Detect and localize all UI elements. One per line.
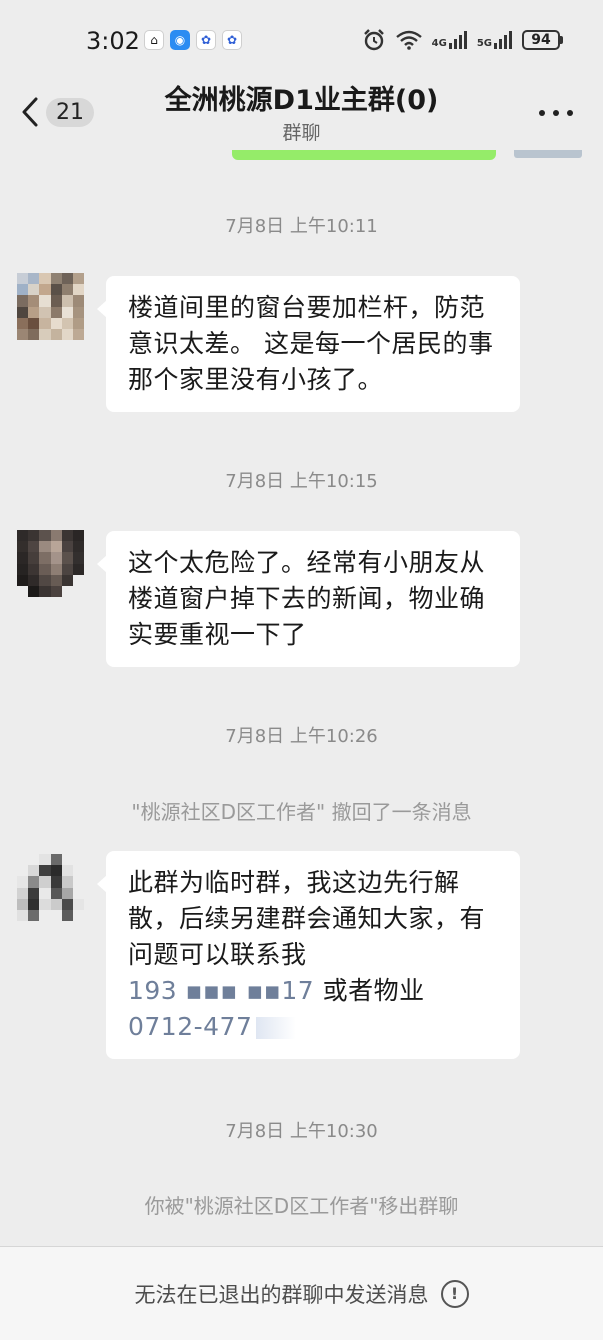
chat-title: 全洲桃源D1业主群(0) <box>164 85 439 116</box>
more-options-button[interactable] <box>539 110 573 118</box>
info-icon[interactable]: ! <box>440 1279 469 1308</box>
status-time: 3:02 <box>86 27 140 55</box>
previous-sent-bubble-fragment <box>232 150 496 160</box>
paw-app-icon: ✿ <box>196 30 216 50</box>
avatar[interactable] <box>17 854 84 921</box>
alarm-icon <box>363 29 384 51</box>
more-dot-icon <box>567 110 573 116</box>
redaction-blur <box>256 1017 297 1039</box>
status-bar: 3:02 ⌂ ◉ ✿ ✿ 4G 5G 94 <box>0 0 603 80</box>
message-timestamp: 7月8日 上午10:11 <box>225 216 378 237</box>
message-timestamp: 7月8日 上午10:26 <box>225 726 378 747</box>
message-text: 或者物业 <box>322 976 425 1005</box>
paw-app-icon: ✿ <box>222 30 242 50</box>
more-dot-icon <box>539 110 545 116</box>
message-bubble[interactable]: 楼道间里的窗台要加栏杆，防范意识太差。 这是每一个居民的事 那个家里没有小孩了。 <box>97 276 520 412</box>
disabled-input-bar: 无法在已退出的群聊中发送消息 ! <box>0 1247 603 1340</box>
previous-avatar-fragment <box>514 150 582 158</box>
battery-icon: 94 <box>522 30 563 50</box>
removed-notice: 你被"桃源社区D区工作者"移出群聊 <box>144 1194 459 1218</box>
message-text: 楼道间里的窗台要加栏杆，防范意识太差。 这是每一个居民的事 那个家里没有小孩了。 <box>128 293 494 394</box>
message-text: 此群为临时群，我这边先行解散，后续另建群会通知大家，有问题可以联系我 <box>128 868 486 969</box>
phone-number-link[interactable]: 193 ▪▪▪ ▪▪17 <box>128 976 314 1005</box>
status-app-icons: ⌂ ◉ ✿ ✿ <box>144 30 242 50</box>
more-dot-icon <box>553 110 559 116</box>
signal-4g-icon: 4G <box>432 31 467 49</box>
chat-app-icon: ◉ <box>170 30 190 50</box>
landline-number-link[interactable]: 0712-477 <box>128 1012 252 1041</box>
battery-level: 94 <box>522 30 560 50</box>
cannot-send-notice: 无法在已退出的群聊中发送消息 <box>134 1282 429 1307</box>
avatar[interactable] <box>17 530 84 597</box>
message-text: 这个太危险了。经常有小朋友从楼道窗户掉下去的新闻，物业确实要重视一下了 <box>128 548 486 649</box>
wifi-icon <box>395 30 422 50</box>
message-timestamp: 7月8日 上午10:30 <box>225 1121 378 1142</box>
message-bubble[interactable]: 此群为临时群，我这边先行解散，后续另建群会通知大家，有问题可以联系我 193 ▪… <box>97 851 520 1059</box>
avatar[interactable] <box>17 273 84 340</box>
signal-5g-label: 5G <box>476 38 492 49</box>
message-timestamp: 7月8日 上午10:15 <box>225 471 378 492</box>
status-indicators: 4G 5G 94 <box>362 28 563 52</box>
home-app-icon: ⌂ <box>144 30 164 50</box>
signal-5g-icon: 5G <box>477 31 512 49</box>
signal-4g-label: 4G <box>431 38 447 49</box>
chat-header: 21 全洲桃源D1业主群(0) 群聊 <box>0 70 603 154</box>
chat-subtitle: 群聊 <box>282 122 321 144</box>
recall-notice: "桃源社区D区工作者" 撤回了一条消息 <box>131 800 472 824</box>
message-bubble[interactable]: 这个太危险了。经常有小朋友从楼道窗户掉下去的新闻，物业确实要重视一下了 <box>97 531 520 667</box>
